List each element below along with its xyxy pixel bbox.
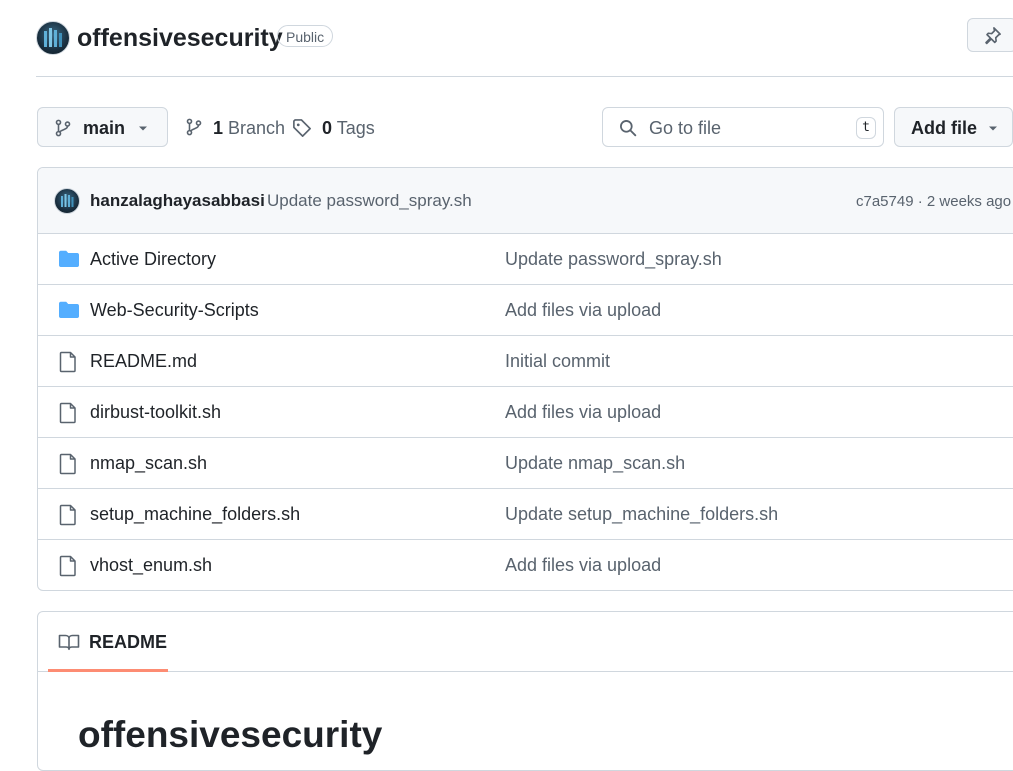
file-commit-message[interactable]: Add files via upload [505, 554, 661, 576]
file-commit-message[interactable]: Add files via upload [505, 299, 661, 321]
folder-icon [59, 250, 79, 267]
file-row[interactable]: Web-Security-Scripts Add files via upload [38, 285, 1013, 336]
file-icon [59, 453, 76, 475]
file-row[interactable]: dirbust-toolkit.sh Add files via upload [38, 387, 1013, 438]
file-row[interactable]: vhost_enum.sh Add files via upload [38, 540, 1013, 590]
commit-author-avatar[interactable] [54, 188, 80, 214]
file-name[interactable]: README.md [90, 350, 197, 372]
file-commit-message[interactable]: Initial commit [505, 350, 610, 372]
file-table: hanzalaghayasabbasi Update password_spra… [37, 167, 1013, 591]
go-to-file-input[interactable]: Go to file t [602, 107, 884, 147]
readme-tabbar: README [38, 612, 1013, 672]
file-row[interactable]: nmap_scan.sh Update nmap_scan.sh [38, 438, 1013, 489]
commit-author[interactable]: hanzalaghayasabbasi [90, 190, 265, 212]
file-icon [59, 504, 76, 526]
git-branch-icon [55, 119, 71, 137]
file-row[interactable]: README.md Initial commit [38, 336, 1013, 387]
branch-selector[interactable]: main [37, 107, 168, 147]
file-name[interactable]: nmap_scan.sh [90, 452, 207, 474]
file-icon [59, 402, 76, 424]
readme-panel: README offensivesecurity [37, 611, 1013, 771]
keyboard-shortcut-hint: t [856, 117, 876, 139]
branch-label: Branch [228, 118, 286, 138]
branch-name: main [83, 118, 126, 138]
file-name[interactable]: Web-Security-Scripts [90, 299, 259, 321]
file-name[interactable]: Active Directory [90, 248, 216, 270]
search-icon [620, 120, 637, 137]
tag-label: Tags [336, 118, 375, 138]
folder-icon [59, 301, 79, 318]
readme-tab-label: README [89, 632, 168, 652]
repo-owner-avatar[interactable] [36, 21, 70, 55]
repo-name[interactable]: offensivesecurity [77, 22, 283, 54]
file-name[interactable]: vhost_enum.sh [90, 554, 212, 576]
commit-hash-and-time[interactable]: c7a5749 · 2 weeks ago [856, 192, 1011, 212]
git-branch-icon [186, 118, 202, 136]
file-commit-message[interactable]: Update nmap_scan.sh [505, 452, 685, 474]
search-placeholder: Go to file [649, 118, 722, 138]
file-row[interactable]: setup_machine_folders.sh Update setup_mac… [38, 489, 1013, 540]
file-row[interactable]: Active Directory Update password_spray.sh [38, 234, 1013, 285]
pin-button[interactable] [967, 18, 1013, 52]
readme-heading: offensivesecurity [78, 714, 383, 755]
file-icon [59, 351, 76, 373]
commit-message[interactable]: Update password_spray.sh [267, 190, 472, 212]
file-commit-message[interactable]: Add files via upload [505, 401, 661, 423]
pin-icon [985, 27, 1001, 45]
visibility-badge: Public [277, 25, 334, 47]
header-divider [36, 76, 1013, 77]
file-name[interactable]: dirbust-toolkit.sh [90, 401, 221, 423]
file-icon [59, 555, 76, 577]
latest-commit-bar: hanzalaghayasabbasi Update password_spra… [38, 168, 1013, 234]
chevron-down-icon [139, 126, 147, 131]
tag-icon [293, 119, 311, 137]
file-commit-message[interactable]: Update password_spray.sh [505, 248, 722, 270]
file-name[interactable]: setup_machine_folders.sh [90, 503, 300, 525]
add-file-button[interactable]: Add file [894, 107, 1013, 147]
add-file-label: Add file [911, 118, 977, 138]
tab-readme[interactable]: README [48, 612, 168, 672]
file-commit-message[interactable]: Update setup_machine_folders.sh [505, 503, 778, 525]
branch-count: 1 [213, 118, 224, 138]
tag-count: 0 [322, 118, 333, 138]
book-icon [58, 634, 80, 651]
chevron-down-icon [989, 126, 997, 131]
